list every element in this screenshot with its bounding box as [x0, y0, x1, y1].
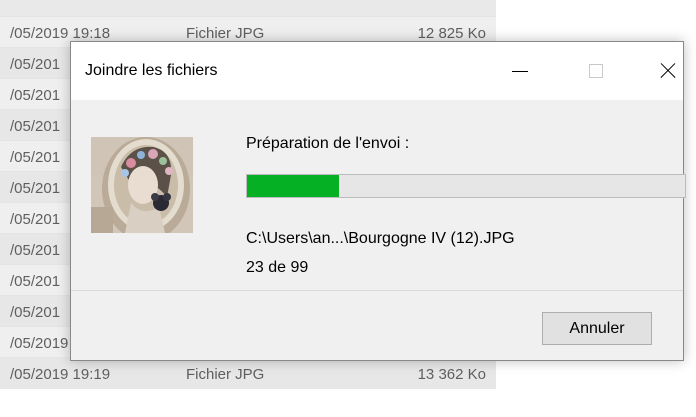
maximize-icon	[589, 64, 603, 78]
maximize-button[interactable]	[573, 42, 619, 100]
row-size: 13 362 Ko	[417, 366, 486, 383]
file-counter: 23 de 99	[246, 259, 309, 276]
status-label: Préparation de l'envoi :	[246, 135, 410, 152]
current-file-path: C:\Users\an...\Bourgogne IV (12).JPG	[246, 230, 515, 247]
row-date: /05/201	[10, 180, 61, 197]
thumbnail-image	[91, 137, 193, 233]
row-type: Fichier JPG	[186, 25, 265, 42]
minimize-button[interactable]	[497, 42, 543, 100]
row-date: /05/201	[10, 56, 61, 73]
row-date: /05/2019 19:18	[10, 25, 111, 42]
row-date: /05/201	[10, 211, 61, 228]
list-top-strip	[0, 0, 496, 16]
row-date: /05/201	[10, 87, 61, 104]
row-date: /05/201	[10, 149, 61, 166]
dialog-titlebar[interactable]: Joindre les fichiers	[71, 42, 683, 100]
cancel-button[interactable]: Annuler	[542, 312, 652, 345]
row-date: /05/201	[10, 273, 61, 290]
minimize-icon	[512, 70, 528, 72]
close-button[interactable]	[645, 42, 691, 100]
row-date: /05/201	[10, 304, 61, 321]
row-date: /05/201	[10, 118, 61, 135]
row-type: Fichier JPG	[186, 366, 265, 383]
row-date: /05/201	[10, 242, 61, 259]
row-size: 12 825 Ko	[417, 25, 486, 42]
progress-bar	[246, 174, 686, 198]
dialog-divider	[71, 290, 683, 291]
close-icon	[660, 63, 676, 79]
dialog-title: Joindre les fichiers	[85, 62, 218, 79]
progress-fill	[247, 175, 339, 197]
file-thumbnail	[91, 137, 193, 233]
row-date: /05/2019 19:19	[10, 366, 111, 383]
attach-files-dialog: Joindre les fichiers Préparation de l'en…	[70, 41, 686, 361]
table-row[interactable]: /05/2019 19:19 Fichier JPG 13 362 Ko	[0, 357, 496, 389]
